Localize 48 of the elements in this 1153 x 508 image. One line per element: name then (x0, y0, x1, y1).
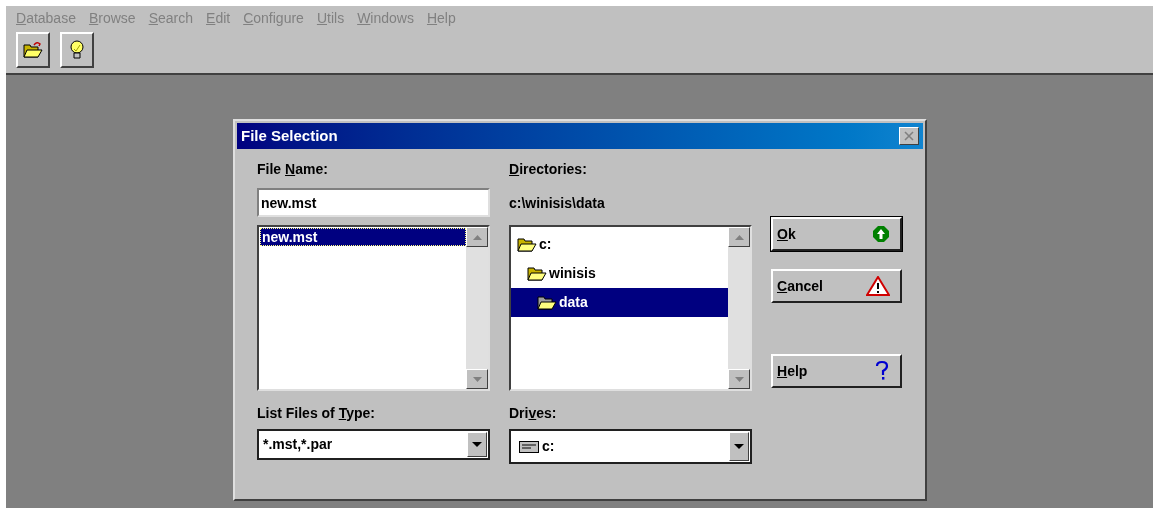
scroll-down-button[interactable] (466, 369, 488, 389)
file-name-field[interactable]: new.mst (257, 188, 490, 217)
help-button[interactable]: Help (771, 354, 902, 388)
directory-name: winisis (549, 264, 596, 283)
folder-icon (537, 295, 557, 310)
scrollbar[interactable] (728, 227, 750, 389)
drives-dropdown[interactable]: c: (509, 429, 752, 464)
light-bulb-icon (67, 39, 87, 61)
up-arrow-icon (872, 225, 890, 243)
close-button[interactable] (899, 127, 919, 145)
file-item[interactable]: new.mst (260, 228, 466, 246)
toolbar-button[interactable] (60, 32, 94, 68)
ok-button[interactable]: Ok (771, 217, 902, 251)
drive-icon (519, 440, 539, 453)
folder-icon (517, 237, 537, 252)
toolbar-button[interactable] (16, 32, 50, 68)
cancel-button[interactable]: Cancel (771, 269, 902, 303)
directory-path: c:\winisis\data (509, 194, 606, 213)
scroll-down-button[interactable] (728, 369, 750, 389)
down-arrow-icon (472, 442, 482, 447)
up-arrow-icon (734, 234, 744, 240)
close-icon (904, 131, 914, 141)
drives-label: Drives: (509, 404, 558, 423)
file-type-dropdown[interactable]: *.mst,*.par (257, 429, 490, 460)
folder-icon (527, 266, 547, 281)
directory-item[interactable]: data (511, 288, 728, 317)
file-name-label: File Name: (257, 160, 329, 179)
scroll-up-button[interactable] (466, 227, 488, 247)
up-arrow-icon (472, 234, 482, 240)
warning-icon (866, 276, 890, 296)
directories-label: Directories: (509, 160, 588, 179)
file-type-value: *.mst,*.par (262, 435, 334, 454)
dropdown-button[interactable] (729, 432, 749, 461)
window-title: File Selection (241, 125, 338, 146)
drive-value: c: (541, 437, 556, 456)
down-arrow-icon (734, 444, 744, 449)
directory-item[interactable]: winisis (511, 259, 728, 288)
directory-name: data (559, 293, 588, 312)
scroll-up-button[interactable] (728, 227, 750, 247)
file-type-label: List Files of Type: (257, 404, 376, 423)
down-arrow-icon (472, 376, 482, 382)
open-folder-icon (23, 41, 43, 59)
down-arrow-icon (734, 376, 744, 382)
scrollbar[interactable] (466, 227, 488, 389)
question-mark-icon (874, 360, 890, 382)
directory-item[interactable]: c: (511, 230, 728, 259)
directory-name: c: (539, 235, 552, 254)
dropdown-button[interactable] (467, 432, 487, 457)
